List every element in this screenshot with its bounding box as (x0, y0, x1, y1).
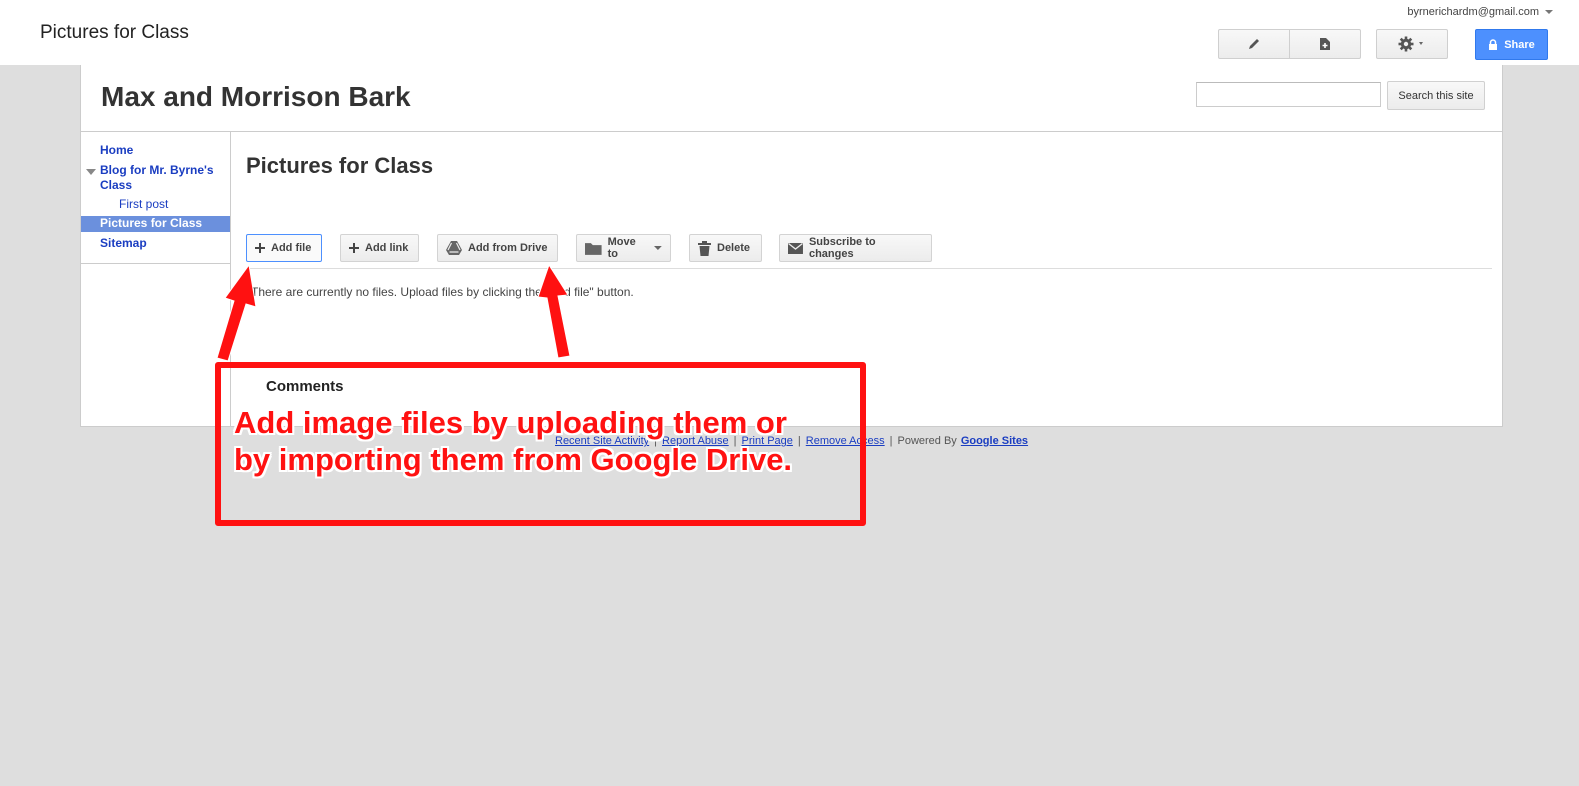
settings-toolbar (1376, 29, 1448, 59)
edit-toolbar (1218, 29, 1361, 59)
move-to-button[interactable]: Move to (576, 234, 671, 262)
trash-icon (698, 240, 711, 256)
sidebar-item-pictures[interactable]: Pictures for Class (81, 216, 230, 232)
share-label: Share (1504, 38, 1535, 51)
powered-by-text: Powered By (897, 435, 957, 447)
sidebar-item-first-post[interactable]: First post (119, 197, 168, 212)
top-page-title: Pictures for Class (40, 22, 189, 43)
edit-page-button[interactable] (1219, 30, 1289, 58)
account-menu[interactable]: byrnerichardm@gmail.com (1407, 6, 1553, 18)
add-file-label: Add file (271, 242, 312, 254)
add-from-drive-label: Add from Drive (468, 242, 548, 254)
sidebar-item-sitemap[interactable]: Sitemap (100, 236, 147, 251)
folder-icon (585, 242, 602, 255)
page-title: Pictures for Class (246, 153, 434, 178)
pencil-icon (1249, 39, 1259, 49)
annotation-line-2: by importing them from Google Drive. (234, 442, 793, 477)
account-email: byrnerichardm@gmail.com (1407, 6, 1539, 18)
google-sites-link[interactable]: Google Sites (961, 435, 1028, 447)
site-title[interactable]: Max and Morrison Bark (101, 81, 411, 113)
share-button[interactable]: Share (1475, 29, 1548, 60)
header-divider (81, 131, 1502, 132)
no-files-message: There are currently no files. Upload fil… (251, 285, 634, 299)
top-bar: Pictures for Class byrnerichardm@gmail.c… (0, 0, 1579, 65)
plus-icon (349, 243, 359, 253)
envelope-icon (788, 242, 803, 254)
sidebar-item-blog[interactable]: Blog for Mr. Byrne's (100, 163, 214, 178)
sidebar-item-blog-line2[interactable]: Class (100, 178, 132, 193)
search-input[interactable] (1196, 82, 1381, 107)
subscribe-label: Subscribe to changes (808, 236, 876, 260)
footer-separator: | (889, 435, 893, 447)
chevron-down-icon (1545, 10, 1553, 15)
new-page-icon (1320, 38, 1330, 50)
move-to-label: Move to (607, 236, 636, 260)
gear-icon (1398, 36, 1423, 52)
plus-icon (255, 243, 265, 253)
lock-icon (1489, 39, 1498, 50)
files-divider (246, 268, 1492, 269)
add-file-button[interactable]: Add file (246, 234, 322, 262)
delete-button[interactable]: Delete (689, 234, 762, 262)
search-button[interactable]: Search this site (1387, 81, 1485, 110)
add-from-drive-button[interactable]: Add from Drive (437, 234, 558, 262)
add-link-label: Add link (365, 242, 409, 254)
chevron-down-icon (654, 245, 662, 250)
settings-button[interactable] (1377, 30, 1447, 58)
delete-label: Delete (717, 242, 751, 254)
add-link-button[interactable]: Add link (340, 234, 419, 262)
collapse-triangle-icon[interactable] (86, 169, 96, 175)
sidebar-item-home[interactable]: Home (100, 143, 133, 158)
annotation-line-1: Add image files by uploading them or (234, 405, 787, 440)
new-page-button[interactable] (1289, 30, 1360, 58)
google-drive-icon (446, 241, 462, 255)
subscribe-button[interactable]: Subscribe to changes (779, 234, 932, 262)
annotation-text: Add image files by uploading them or by … (234, 404, 854, 478)
